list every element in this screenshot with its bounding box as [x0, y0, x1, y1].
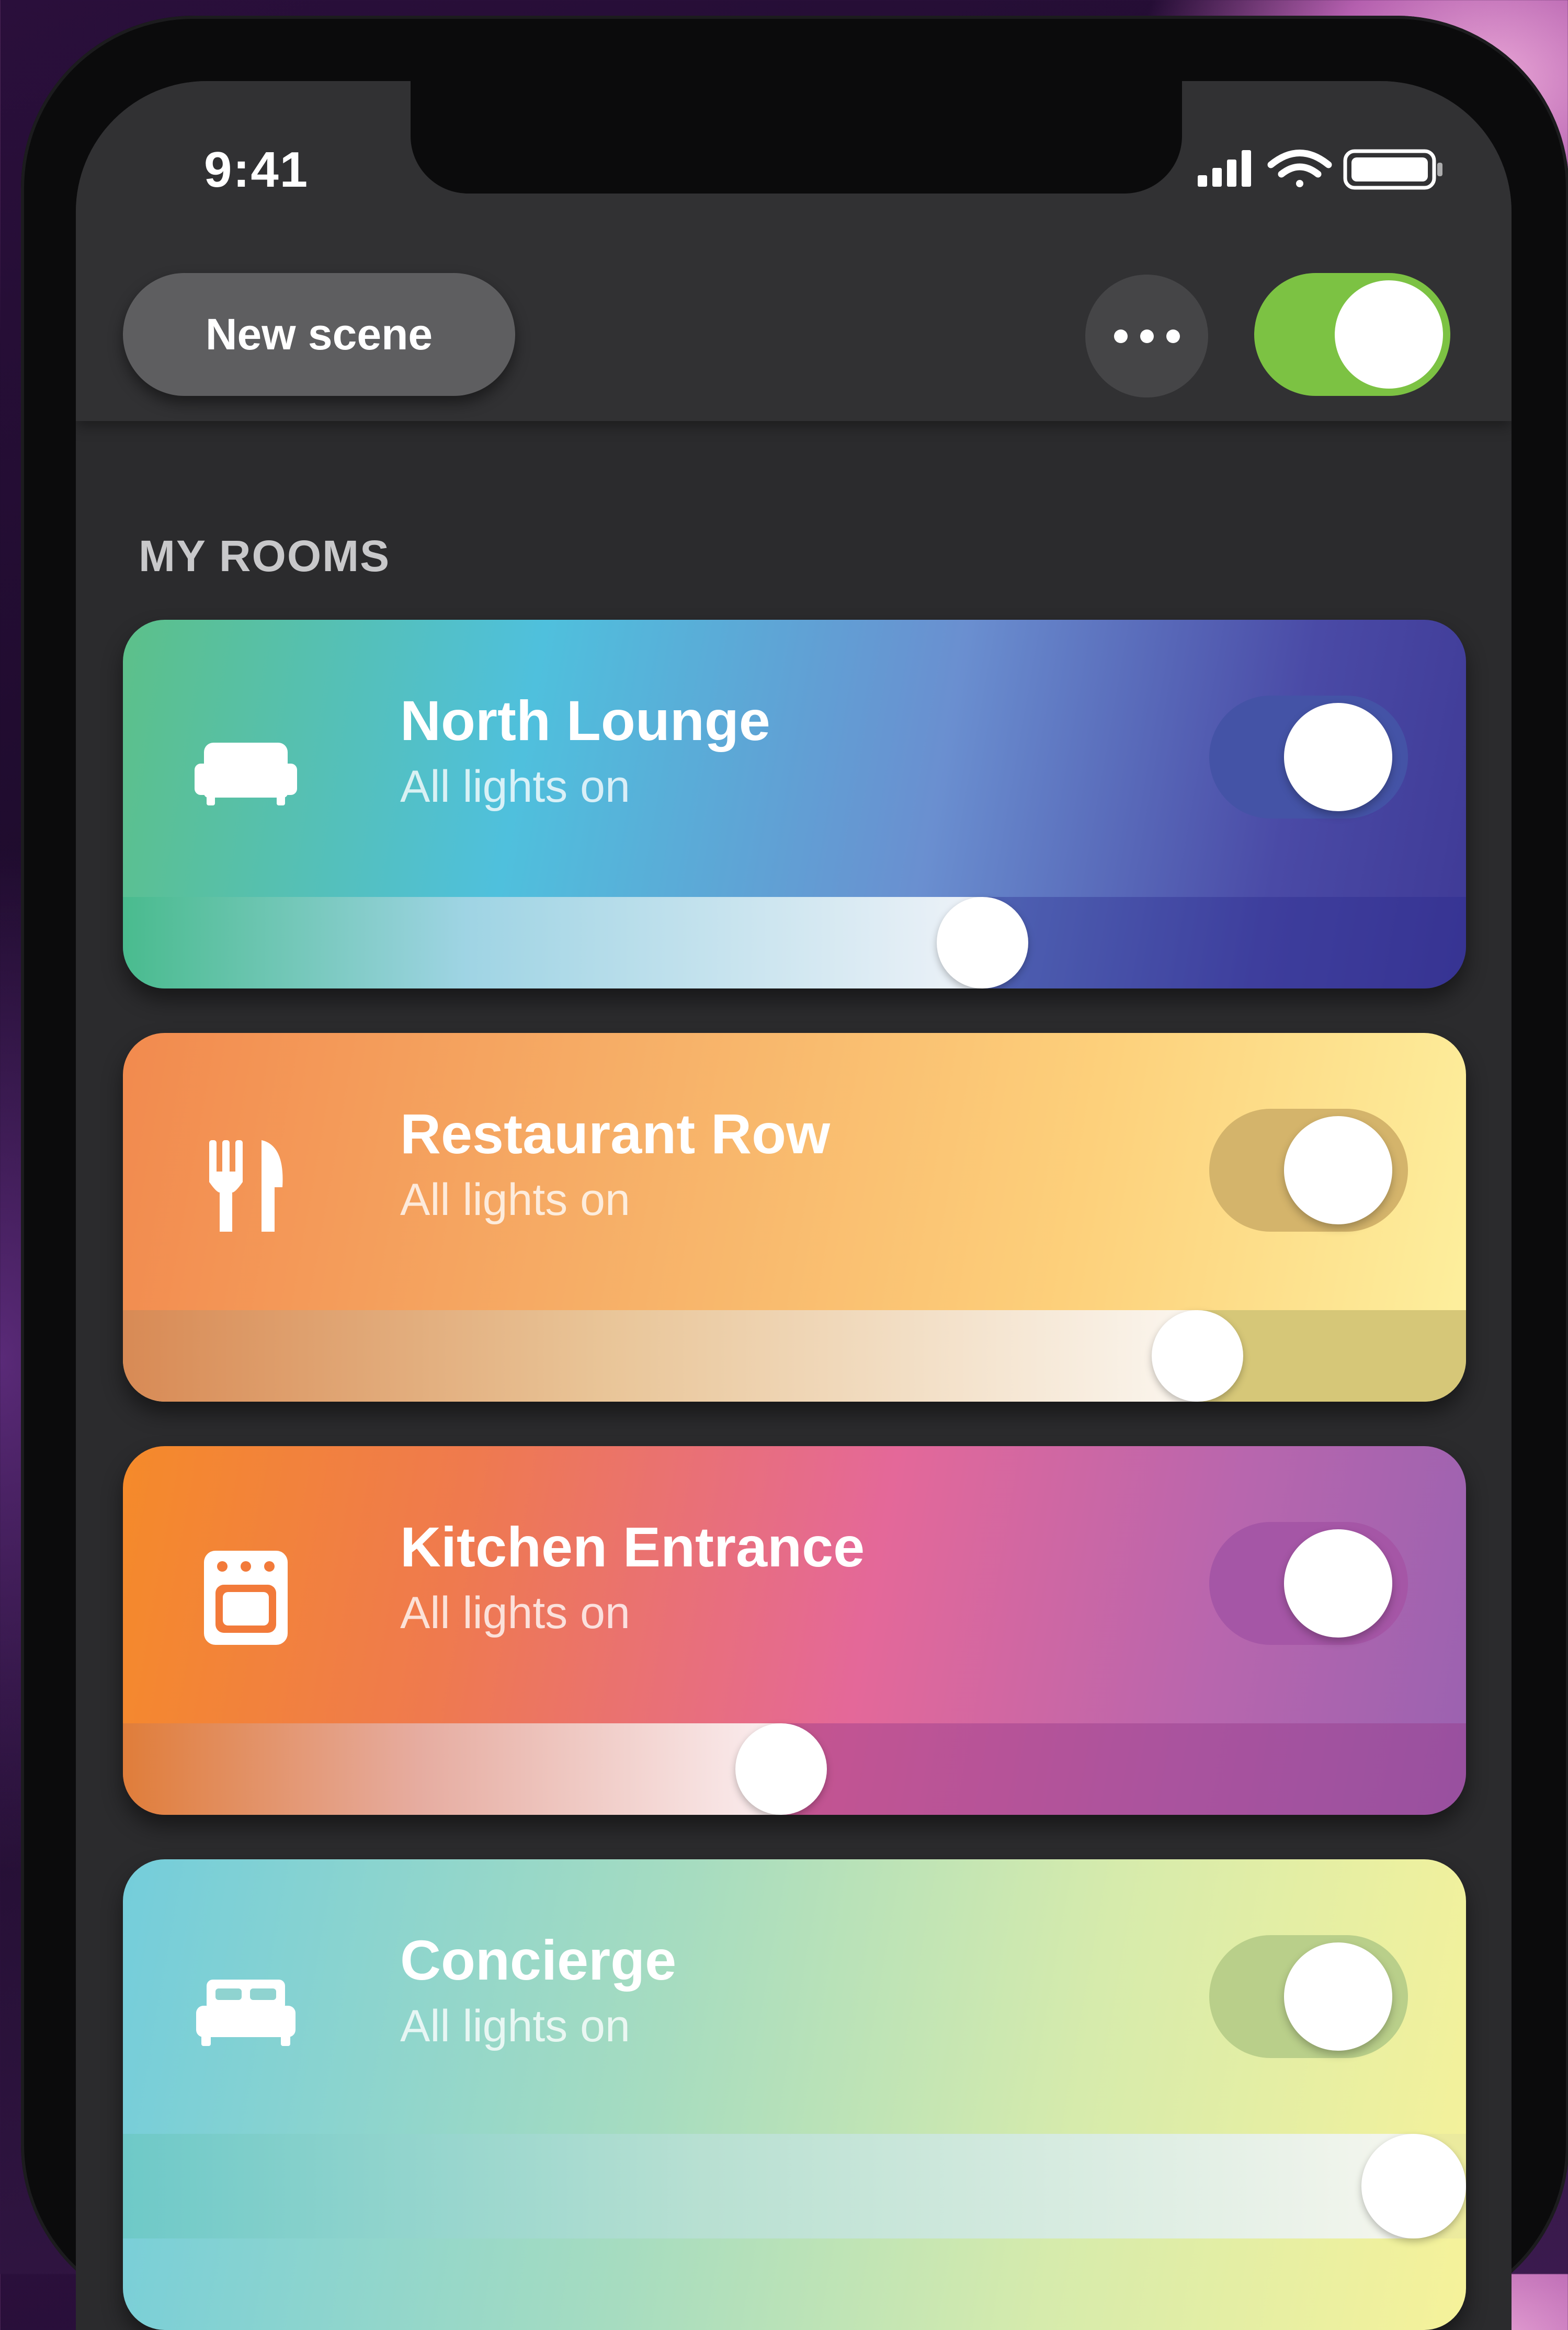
room-status: All lights on — [400, 761, 630, 812]
new-scene-button[interactable]: New scene — [123, 273, 515, 396]
toggle-knob — [1284, 1942, 1392, 2051]
toggle-knob — [1284, 1529, 1392, 1638]
toggle-knob — [1335, 280, 1443, 389]
room-status: All lights on — [400, 1588, 630, 1638]
fork-knife-icon — [209, 1140, 283, 1232]
brightness-knob[interactable] — [1361, 2134, 1466, 2238]
room-card[interactable]: Concierge All lights on — [123, 1859, 1466, 2330]
bed-icon — [196, 1980, 296, 2046]
room-name: Kitchen Entrance — [400, 1515, 865, 1578]
more-dots-icon — [1114, 329, 1128, 343]
room-card[interactable]: Restaurant Row All lights on — [123, 1033, 1466, 1402]
room-name: Concierge — [400, 1928, 677, 1992]
toggle-knob — [1284, 1116, 1392, 1224]
room-toggle[interactable] — [1209, 696, 1408, 819]
room-toggle[interactable] — [1209, 1935, 1408, 2058]
room-card[interactable]: North Lounge All lights on — [123, 620, 1466, 988]
phone-notch — [411, 81, 1182, 194]
room-name: Restaurant Row — [400, 1102, 831, 1165]
room-toggle[interactable] — [1209, 1522, 1408, 1645]
brightness-slider[interactable] — [123, 2134, 1466, 2238]
brightness-fill — [123, 2134, 1414, 2238]
brightness-fill — [123, 1723, 781, 1815]
room-status: All lights on — [400, 1175, 630, 1225]
master-lights-toggle[interactable] — [1254, 273, 1450, 396]
brightness-slider[interactable] — [123, 897, 1466, 988]
brightness-fill — [123, 1310, 1198, 1402]
battery-icon — [1343, 149, 1442, 190]
room-status: All lights on — [400, 2001, 630, 2051]
more-dot — [1166, 329, 1180, 343]
status-time: 9:41 — [204, 142, 309, 198]
room-name: North Lounge — [400, 689, 770, 752]
section-title: MY ROOMS — [139, 531, 391, 581]
brightness-fill — [123, 897, 983, 988]
brightness-knob[interactable] — [1151, 1310, 1243, 1402]
wifi-icon — [1267, 150, 1332, 187]
brightness-knob[interactable] — [735, 1723, 827, 1815]
toggle-knob — [1284, 703, 1392, 811]
more-options-button[interactable] — [1085, 275, 1208, 397]
room-card[interactable]: Kitchen Entrance All lights on — [123, 1446, 1466, 1815]
signal-icon — [1198, 150, 1251, 187]
brightness-knob[interactable] — [937, 897, 1029, 988]
oven-icon — [204, 1551, 288, 1645]
status-icons — [1198, 149, 1442, 190]
sofa-icon — [195, 743, 297, 805]
brightness-slider[interactable] — [123, 1723, 1466, 1815]
more-dot — [1140, 329, 1154, 343]
room-toggle[interactable] — [1209, 1109, 1408, 1232]
brightness-slider[interactable] — [123, 1310, 1466, 1402]
